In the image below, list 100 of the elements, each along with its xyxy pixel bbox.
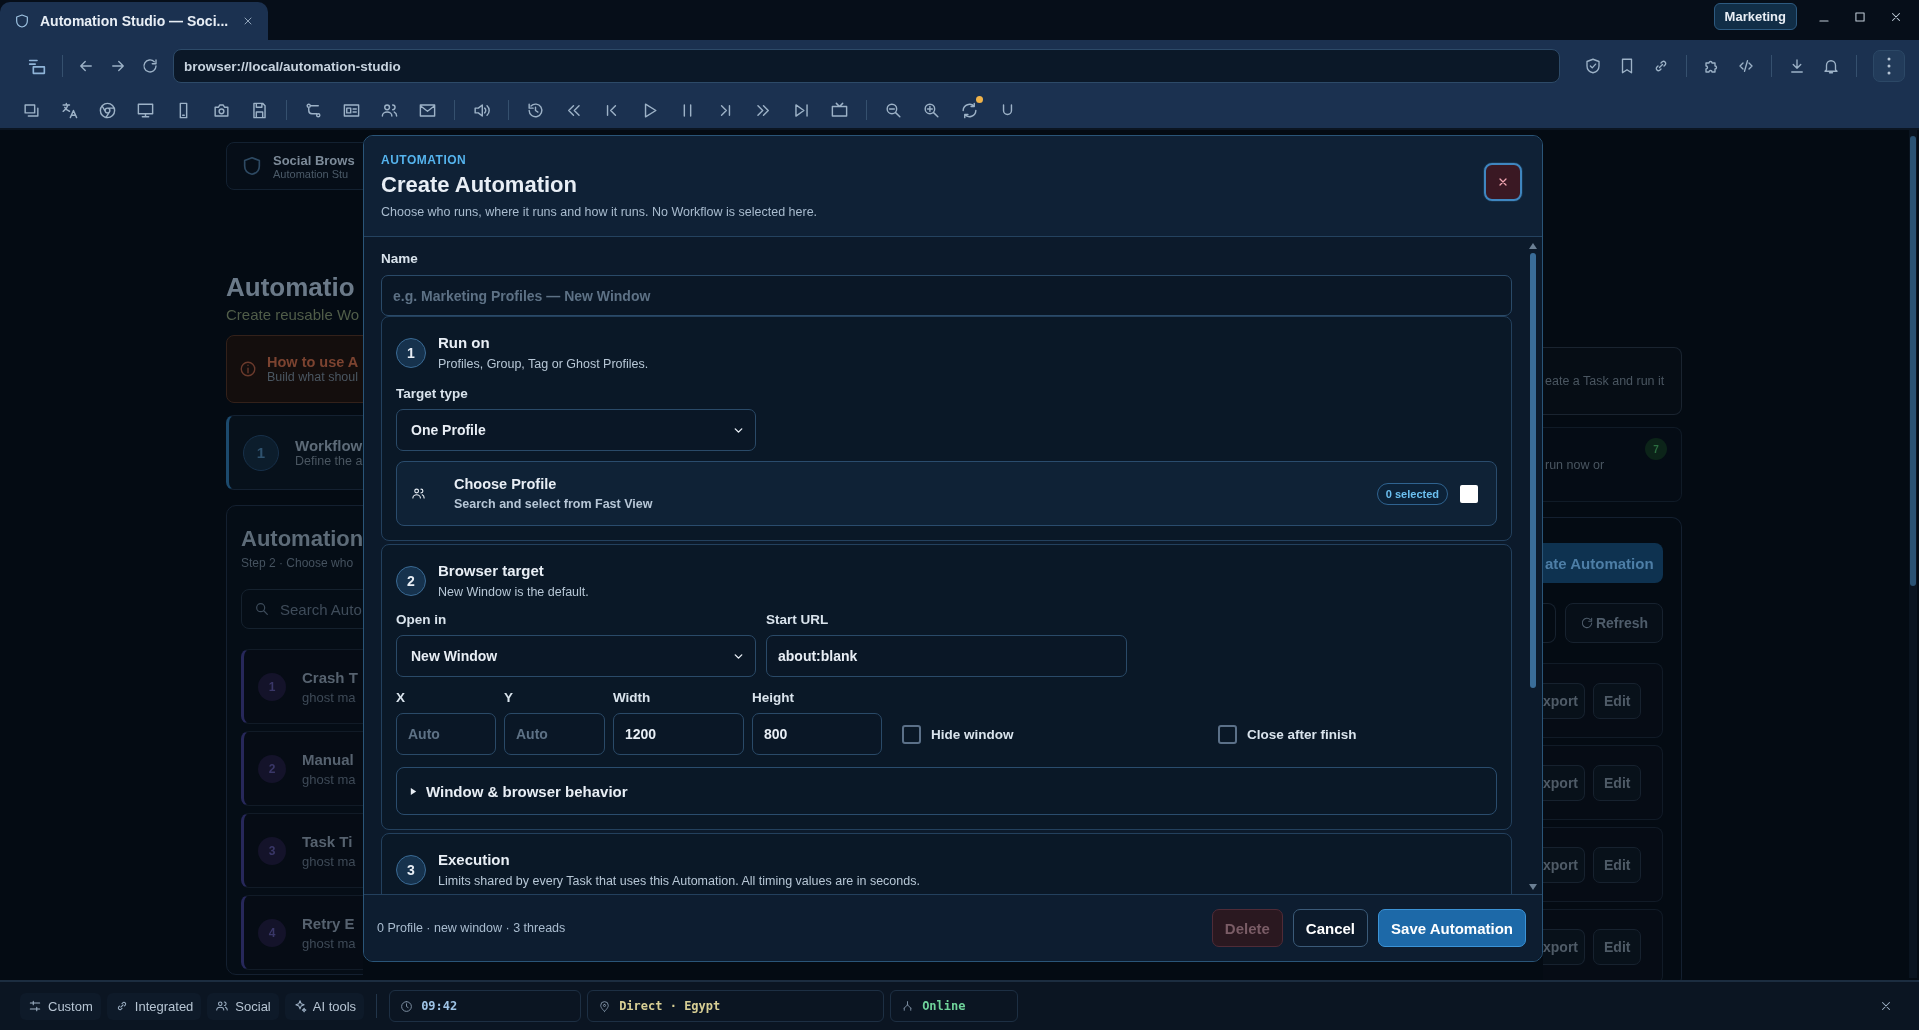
close-icon[interactable]: [1889, 10, 1903, 24]
profile-badge[interactable]: Marketing: [1713, 2, 1797, 30]
search-icon: [254, 601, 270, 617]
close-icon[interactable]: [1879, 999, 1893, 1013]
behavior-disclosure[interactable]: Window & browser behavior: [396, 767, 1497, 815]
mode-button[interactable]: Integrated: [106, 992, 202, 1020]
bell-icon[interactable]: [1822, 57, 1840, 75]
close-button[interactable]: [1484, 163, 1522, 201]
monitor-icon[interactable]: [136, 100, 155, 120]
automation-row[interactable]: 3 Task Ti ghost ma: [241, 813, 363, 888]
choose-profile-card[interactable]: Choose Profile Search and select from Fast View 0 selected: [396, 461, 1497, 526]
target-type-select[interactable]: One Profile: [396, 409, 756, 451]
refresh-button[interactable]: Refresh: [1565, 603, 1663, 643]
field-label: Name: [381, 250, 419, 267]
automation-meta: ghost ma: [302, 853, 356, 869]
automation-meta: ghost ma: [302, 689, 357, 705]
dialog-title: Create Automation: [381, 172, 578, 198]
number-field[interactable]: 800: [752, 713, 882, 755]
automation-row[interactable]: 2 Manual ghost ma: [241, 731, 363, 806]
app-subtitle: Automation Stu: [273, 167, 350, 180]
workflow-text: Define the a: [295, 454, 363, 468]
export-button[interactable]: xport: [1543, 846, 1585, 883]
connection-chip: Online: [890, 990, 1019, 1022]
start-url-field[interactable]: about:blank: [766, 635, 1127, 677]
dialog-description: Choose who runs, where it runs and how it runs. No Workflow is selected here.: [381, 205, 818, 219]
translate-icon[interactable]: [60, 100, 79, 120]
triangle-down-icon[interactable]: [1529, 884, 1537, 890]
automation-row[interactable]: 4 Retry E ghost ma: [241, 895, 363, 970]
automation-row[interactable]: xport Edit: [1543, 663, 1663, 738]
checkbox[interactable]: [1460, 484, 1478, 503]
address-field[interactable]: browser://local/automation-studio: [173, 49, 1560, 83]
checkbox[interactable]: [902, 724, 921, 744]
mode-button[interactable]: Custom: [20, 992, 101, 1020]
automation-meta: ghost ma: [302, 771, 356, 787]
automation-name: Retry E: [302, 914, 356, 932]
field-label: Open in: [396, 611, 448, 628]
save-button[interactable]: Save Automation: [1378, 909, 1526, 947]
step-number: 1: [396, 338, 426, 368]
selected-count: 0 selected: [1376, 482, 1448, 505]
automation-row[interactable]: xport Edit: [1543, 827, 1663, 902]
route-icon[interactable]: [304, 100, 323, 120]
dialog-summary: 0 Profile · new window · 3 threads: [377, 921, 566, 935]
panel-title: Automation: [241, 525, 363, 553]
page-scrollbar[interactable]: [1909, 130, 1917, 978]
choose-profile-subtitle: Search and select from Fast View: [454, 497, 653, 511]
more-icon: [1887, 57, 1891, 75]
triangle-up-icon[interactable]: [1529, 243, 1537, 249]
number-field[interactable]: Auto: [504, 713, 605, 755]
name-field[interactable]: e.g. Marketing Profiles — New Window: [381, 275, 1512, 316]
edit-button[interactable]: Edit: [1593, 682, 1642, 719]
close-icon: [1497, 176, 1509, 188]
aperture-icon[interactable]: [98, 100, 117, 120]
automation-row[interactable]: xport Edit: [1543, 745, 1663, 820]
download-icon[interactable]: [1788, 57, 1806, 75]
close-icon[interactable]: [242, 15, 254, 27]
app-name: Social Brows: [273, 152, 355, 168]
create-automation-button[interactable]: ate Automation: [1543, 543, 1663, 583]
export-button[interactable]: xport: [1543, 682, 1585, 719]
sliders-icon: [28, 999, 42, 1013]
mode-button[interactable]: Social: [207, 992, 279, 1020]
automation-row[interactable]: 1 Crash T ghost ma: [241, 649, 363, 724]
export-button[interactable]: xport: [1543, 928, 1585, 965]
sync-icon[interactable]: [960, 100, 979, 120]
automation-row[interactable]: xport Edit: [1543, 909, 1663, 980]
reload-icon[interactable]: [141, 57, 159, 75]
export-button[interactable]: xport: [1543, 764, 1585, 801]
edit-button[interactable]: Edit: [1593, 928, 1642, 965]
number-field[interactable]: Auto: [396, 713, 496, 755]
step-number: 1: [243, 434, 279, 471]
checkbox[interactable]: [1218, 724, 1237, 744]
open-in-select[interactable]: New Window: [396, 635, 756, 677]
automation-meta: ghost ma: [302, 935, 356, 951]
maximize-icon[interactable]: [1853, 10, 1867, 24]
workflow-text: run now or: [1545, 458, 1605, 472]
step-number: 2: [396, 566, 426, 596]
number-field[interactable]: 1200: [613, 713, 744, 755]
code-icon[interactable]: [1737, 57, 1755, 75]
section-subtitle: Profiles, Group, Tag or Ghost Profiles.: [438, 357, 649, 371]
field-label: Start URL: [766, 611, 830, 628]
page-heading: Automatio: [226, 272, 355, 302]
edit-button[interactable]: Edit: [1593, 764, 1642, 801]
save-icon[interactable]: [250, 100, 269, 120]
history-icon[interactable]: [526, 100, 545, 120]
section-title: Run on: [438, 333, 491, 352]
help-title: How to use A: [267, 354, 359, 370]
workflow-title: Workflow: [295, 437, 363, 454]
shield-check-icon[interactable]: [1584, 57, 1602, 75]
tv-icon[interactable]: [830, 100, 849, 120]
section-subtitle: Limits shared by every Task that uses this Automation. All timing values are in seconds.: [438, 874, 920, 888]
count-badge: 7: [1645, 438, 1667, 460]
row-number: 2: [258, 754, 286, 783]
section-title: Browser target: [438, 561, 545, 580]
sparkles-icon: [292, 999, 307, 1013]
mode-button[interactable]: AI tools: [284, 992, 365, 1020]
reload-icon: [1579, 616, 1594, 630]
cancel-button[interactable]: Cancel: [1292, 909, 1369, 947]
browser-tab[interactable]: Automation Studio — Soci...: [0, 2, 268, 40]
row-number: 4: [258, 918, 286, 947]
edit-button[interactable]: Edit: [1593, 846, 1642, 883]
step-number: 3: [396, 855, 426, 885]
